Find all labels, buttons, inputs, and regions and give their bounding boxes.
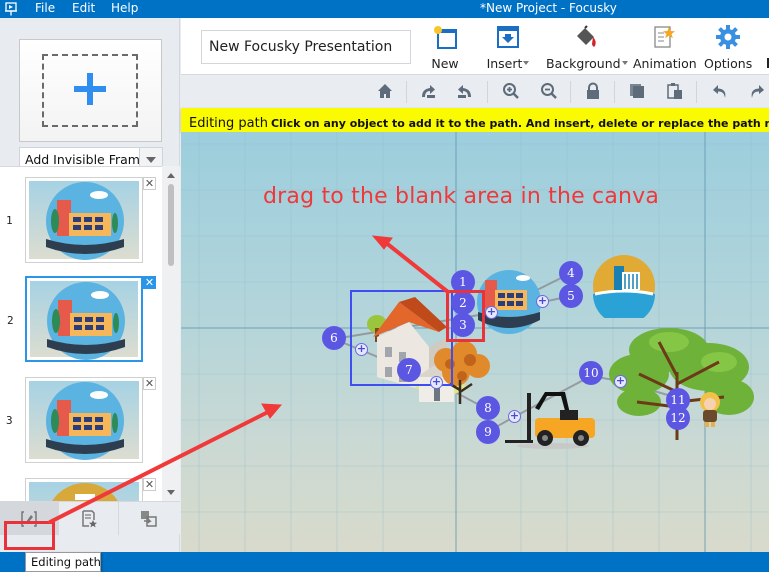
menu-help[interactable]: Help: [111, 1, 138, 15]
slide-number: 2: [7, 314, 14, 327]
background-button[interactable]: Background: [546, 24, 628, 72]
close-icon[interactable]: ✕: [143, 377, 156, 390]
toolbar-divider: [614, 81, 615, 103]
insert-node-plus-icon[interactable]: +: [508, 410, 521, 423]
ribbon: New Focusky Presentation New Insert Back…: [181, 18, 769, 75]
girl-character-object[interactable]: [697, 391, 723, 429]
scrollbar-thumb[interactable]: [168, 184, 174, 266]
slide-preview: [29, 381, 139, 460]
slide-thumbnail-1[interactable]: 1 ✕: [6, 177, 156, 263]
toolbar-divider: [696, 81, 697, 103]
canvas-toolbar: [181, 75, 769, 108]
editing-path-highlight: [4, 521, 55, 550]
zoom-in-icon[interactable]: [502, 82, 520, 100]
slide-list-scrollbar[interactable]: [162, 166, 180, 501]
close-icon[interactable]: ✕: [143, 276, 156, 289]
dropdown-arrow-icon: [621, 61, 628, 65]
new-button[interactable]: New: [427, 24, 463, 72]
path-node-6[interactable]: 6: [322, 326, 346, 350]
scroll-up-arrow-icon[interactable]: [167, 173, 175, 178]
slide-preview: [29, 482, 139, 501]
gear-icon: [716, 25, 740, 49]
city-building-image: [47, 282, 125, 360]
editing-canvas[interactable]: drag to the blank area in the canva 1 2 …: [181, 132, 769, 552]
dropdown-arrow-icon: [523, 61, 530, 65]
zoom-out-icon[interactable]: [540, 82, 558, 100]
import-icon: [141, 511, 157, 527]
copy-icon[interactable]: [628, 82, 646, 100]
note-star-icon: [82, 510, 97, 528]
path-node-8[interactable]: 8: [476, 396, 500, 420]
options-label: Options: [704, 56, 753, 71]
tab-notes[interactable]: [60, 502, 119, 535]
undo-icon[interactable]: [711, 82, 729, 100]
tab-import[interactable]: [120, 502, 179, 535]
insert-node-plus-icon[interactable]: +: [430, 376, 443, 389]
slide-number: 1: [6, 214, 13, 227]
path-node-5[interactable]: 5: [559, 284, 583, 308]
title-bar: File Edit Help *New Project - Focusky: [0, 0, 769, 18]
rotate-right-icon[interactable]: [419, 82, 437, 100]
frame-type-value: Add Invisible Frame: [25, 152, 148, 167]
city-building-image: [46, 382, 124, 460]
insert-button[interactable]: Insert: [484, 24, 532, 72]
path-node-10[interactable]: 10: [579, 361, 603, 385]
slide-thumbnail-4[interactable]: ✕: [25, 478, 156, 501]
insert-node-plus-icon[interactable]: +: [536, 295, 549, 308]
plus-icon: [74, 73, 106, 105]
insert-node-plus-icon[interactable]: +: [614, 375, 627, 388]
scroll-down-arrow-icon[interactable]: [167, 490, 175, 495]
slide-preview: [30, 281, 138, 360]
hint-mode-label: Editing path: [189, 116, 268, 131]
background-label: Background: [546, 56, 621, 71]
animation-icon: [654, 26, 675, 48]
insert-node-plus-icon[interactable]: +: [355, 343, 368, 356]
status-bar: [0, 552, 769, 572]
node-highlight-box: [446, 290, 485, 342]
path-node-9[interactable]: 9: [476, 420, 500, 444]
redo-icon[interactable]: [748, 82, 766, 100]
menu-file[interactable]: File: [35, 1, 55, 15]
menu-edit[interactable]: Edit: [72, 1, 95, 15]
paste-icon[interactable]: [666, 82, 684, 100]
window-title: *New Project - Focusky: [480, 1, 617, 15]
rotate-left-icon[interactable]: [456, 82, 474, 100]
hotel-beach-object[interactable]: [592, 254, 656, 318]
insert-icon: [497, 26, 519, 48]
options-button[interactable]: Options: [704, 24, 752, 72]
animation-label: Animation: [633, 56, 697, 71]
city-building-image: [46, 182, 124, 260]
slide-preview: [29, 181, 139, 260]
tooltip: Editing path: [25, 552, 101, 572]
insert-node-plus-icon[interactable]: +: [485, 306, 498, 319]
slide-number: 3: [6, 414, 13, 427]
slide-thumbnail-3[interactable]: 3 ✕: [6, 377, 156, 463]
new-label: New: [431, 56, 459, 71]
slide-thumbnail-2[interactable]: 2 ✕: [7, 276, 156, 362]
editing-path-hint-bar: Editing path Click on any object to add i…: [181, 108, 769, 132]
toolbar-divider: [570, 81, 571, 103]
home-icon[interactable]: [376, 82, 394, 100]
toolbar-divider: [487, 81, 488, 103]
lock-icon[interactable]: [584, 82, 602, 100]
new-file-icon: [434, 26, 457, 49]
paint-bucket-icon: [577, 25, 596, 47]
hint-message: Click on any object to add it to the pat…: [270, 117, 769, 130]
path-node-12[interactable]: 12: [666, 406, 690, 430]
toolbar-divider: [406, 81, 407, 103]
app-logo-icon: [5, 2, 17, 16]
insert-label: Insert: [486, 56, 523, 71]
add-frame-button[interactable]: [19, 39, 162, 142]
path-node-4[interactable]: 4: [559, 261, 583, 285]
animation-button[interactable]: Animation: [633, 24, 697, 72]
close-icon[interactable]: ✕: [143, 177, 156, 190]
hotel-beach-image: [52, 483, 118, 501]
presentation-name-input[interactable]: New Focusky Presentation: [201, 30, 411, 64]
close-icon[interactable]: ✕: [143, 478, 156, 491]
slide-list: 1 ✕ 2 ✕ 3 ✕ ✕: [0, 166, 162, 501]
path-node-7[interactable]: 7: [397, 358, 421, 382]
